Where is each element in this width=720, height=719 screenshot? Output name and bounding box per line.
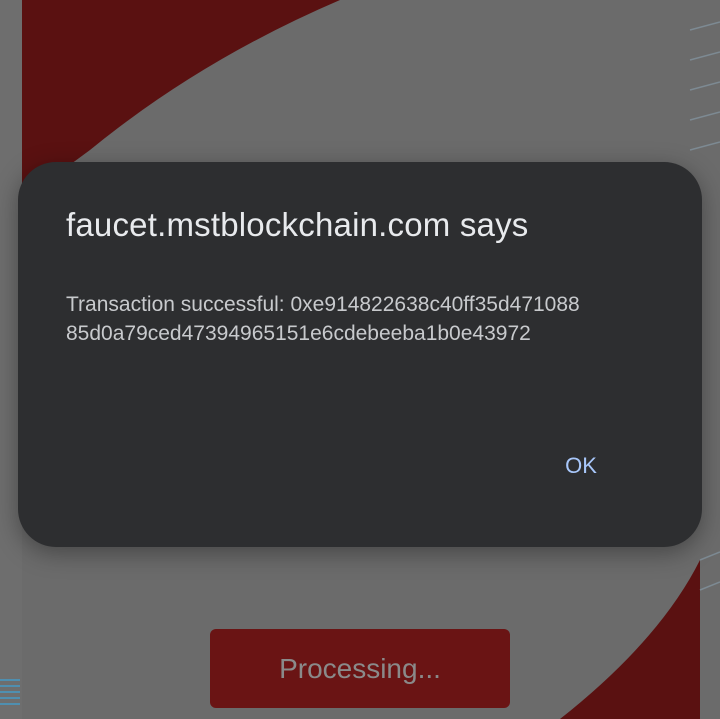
alert-dialog: faucet.mstblockchain.com says Transactio… bbox=[18, 162, 702, 547]
dialog-message-line-2: 85d0a79ced47394965151e6cdebeeba1b0e43972 bbox=[66, 322, 531, 345]
processing-button[interactable]: Processing... bbox=[210, 629, 510, 708]
dialog-title: faucet.mstblockchain.com says bbox=[66, 206, 529, 243]
dialog-message: Transaction successful: 0xe914822638c40f… bbox=[66, 290, 666, 348]
ok-button[interactable]: OK bbox=[548, 445, 614, 487]
processing-label: Processing... bbox=[279, 652, 441, 684]
dialog-message-line-1: Transaction successful: 0xe914822638c40f… bbox=[66, 293, 580, 316]
